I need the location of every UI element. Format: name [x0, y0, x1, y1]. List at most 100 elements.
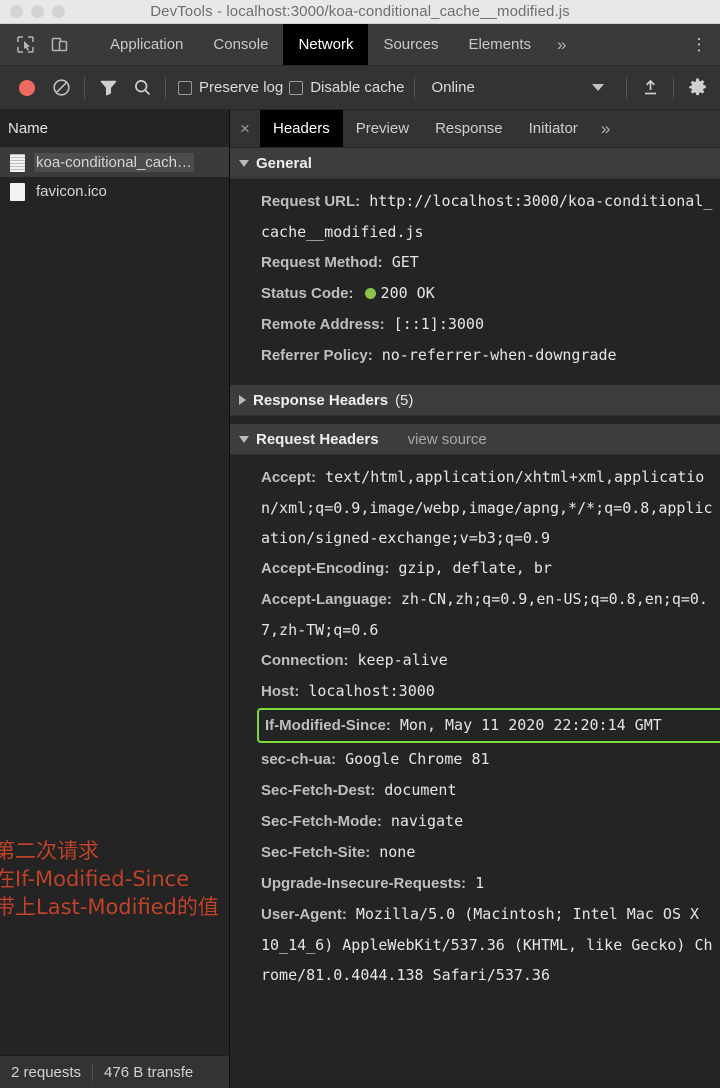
header-value: GET — [391, 253, 419, 271]
view-source-link[interactable]: view source — [408, 431, 487, 448]
toolbar-divider-1 — [84, 76, 85, 99]
header-row: Remote Address: [::1]:3000 — [230, 309, 720, 340]
header-value: document — [384, 781, 457, 799]
main-tab-strip: Application Console Network Sources Elem… — [0, 24, 720, 66]
devtools-body: Name koa-conditional_cach… favicon.ico 2… — [0, 110, 720, 1088]
header-value: gzip, deflate, br — [398, 559, 552, 577]
gear-icon[interactable] — [680, 71, 714, 105]
header-value: keep-alive — [357, 651, 448, 669]
status-requests-count: 2 requests — [11, 1063, 82, 1081]
header-name: Sec-Fetch-Dest: — [261, 782, 376, 799]
header-row: sec-ch-ua: Google Chrome 81 — [230, 744, 720, 775]
header-name: Status Code: — [261, 285, 354, 302]
header-row: Upgrade-Insecure-Requests: 1 — [230, 868, 720, 899]
status-transferred: 476 B transfe — [104, 1063, 194, 1081]
header-value: 1 — [475, 874, 485, 892]
tab-preview[interactable]: Preview — [343, 110, 422, 147]
header-row: Request URL: http://localhost:3000/koa-c… — [230, 186, 720, 247]
requests-column-header: Name — [0, 110, 229, 148]
toolbar-divider-5 — [673, 76, 674, 99]
file-icon — [10, 182, 25, 201]
inspect-element-icon[interactable] — [10, 30, 40, 60]
disable-cache-label: Disable cache — [310, 79, 405, 96]
section-header-general[interactable]: General — [230, 148, 720, 179]
header-name: Host: — [261, 683, 300, 700]
window-title: DevTools - localhost:3000/koa-conditiona… — [150, 3, 570, 20]
header-row: Request Method: GET — [230, 247, 720, 278]
header-row: User-Agent: Mozilla/5.0 (Macintosh; Inte… — [230, 899, 720, 990]
network-toolbar: Preserve log Disable cache Online — [0, 66, 720, 110]
section-title: General — [256, 154, 312, 172]
device-toolbar-icon[interactable] — [44, 30, 74, 60]
section-title: Response Headers — [253, 391, 389, 409]
header-row-if-modified-since: If-Modified-Since: Mon, May 11 2020 22:2… — [263, 710, 720, 741]
tabstrip-tool-icons — [0, 24, 95, 65]
minimize-window-button[interactable] — [31, 5, 44, 18]
toolbar-divider-2 — [165, 76, 166, 99]
more-tabs-icon[interactable]: » — [546, 24, 577, 65]
tab-network[interactable]: Network — [283, 24, 369, 65]
request-name: koa-conditional_cach… — [34, 153, 194, 172]
preserve-log-label: Preserve log — [199, 79, 284, 96]
filter-icon[interactable] — [91, 71, 125, 105]
header-value: [::1]:3000 — [393, 315, 484, 333]
header-name: User-Agent: — [261, 906, 347, 923]
devtools-menu-icon[interactable]: ⋮ — [684, 24, 714, 65]
close-icon[interactable]: × — [230, 110, 260, 147]
section-header-request-headers[interactable]: Request Headers view source — [230, 424, 720, 455]
request-row-selected[interactable]: koa-conditional_cach… — [0, 148, 229, 177]
header-row: Accept-Encoding: gzip, deflate, br — [230, 553, 720, 584]
status-ok-icon — [364, 288, 376, 299]
zoom-window-button[interactable] — [52, 5, 65, 18]
header-value: localhost:3000 — [308, 682, 435, 700]
section-header-response-headers[interactable]: Response Headers (5) — [230, 385, 720, 416]
general-rows: Request URL: http://localhost:3000/koa-c… — [230, 179, 720, 377]
header-row: Connection: keep-alive — [230, 645, 720, 676]
requests-list: koa-conditional_cach… favicon.ico — [0, 148, 229, 1055]
header-value: 200 OK — [380, 284, 435, 302]
tab-initiator[interactable]: Initiator — [516, 110, 591, 147]
tab-elements[interactable]: Elements — [453, 24, 546, 65]
header-row: Host: localhost:3000 — [230, 676, 720, 707]
request-row[interactable]: favicon.ico — [0, 177, 229, 206]
header-name: Accept: — [261, 469, 317, 486]
devtools-window: DevTools - localhost:3000/koa-conditiona… — [0, 0, 720, 1088]
tab-response[interactable]: Response — [422, 110, 516, 147]
disable-cache-checkbox[interactable]: Disable cache — [289, 79, 404, 96]
kebab-glyph: ⋮ — [690, 35, 708, 54]
toolbar-divider-3 — [414, 76, 416, 99]
search-icon[interactable] — [125, 71, 159, 105]
chevron-down-icon — [239, 435, 249, 443]
record-icon[interactable] — [10, 71, 44, 105]
section-title: Request Headers — [256, 430, 379, 448]
request-headers-rows: Accept: text/html,application/xhtml+xml,… — [230, 455, 720, 996]
more-details-tabs-icon[interactable]: » — [591, 110, 620, 147]
headers-content: General Request URL: http://localhost:30… — [230, 148, 720, 1088]
record-dot — [19, 79, 35, 96]
status-bar: 2 requests 476 B transfe — [0, 1055, 229, 1088]
chevron-down-icon[interactable] — [592, 84, 604, 91]
details-tab-strip: × Headers Preview Response Initiator » — [230, 110, 720, 148]
tab-sources[interactable]: Sources — [368, 24, 453, 65]
upload-icon[interactable] — [633, 71, 667, 105]
header-row-status: Status Code: 200 OK — [230, 278, 720, 309]
chevron-right-icon — [239, 395, 246, 405]
preserve-log-checkbox[interactable]: Preserve log — [178, 79, 283, 96]
header-row: Accept: text/html,application/xhtml+xml,… — [230, 462, 720, 553]
header-value: navigate — [390, 812, 464, 830]
header-value: no-referrer-when-downgrade — [381, 346, 617, 364]
header-name: If-Modified-Since: — [265, 717, 391, 734]
header-name: Connection: — [261, 652, 349, 669]
close-window-button[interactable] — [10, 5, 23, 18]
clear-icon[interactable] — [44, 71, 78, 105]
requests-pane: Name koa-conditional_cach… favicon.ico 2… — [0, 110, 230, 1088]
header-name: Sec-Fetch-Mode: — [261, 813, 382, 830]
tab-application[interactable]: Application — [95, 24, 198, 65]
details-pane: × Headers Preview Response Initiator » G… — [230, 110, 720, 1088]
toolbar-divider-4 — [626, 76, 627, 99]
throttling-select[interactable]: Online — [431, 79, 474, 96]
header-name: Accept-Language: — [261, 591, 392, 608]
tab-headers[interactable]: Headers — [260, 110, 343, 147]
tab-console[interactable]: Console — [198, 24, 283, 65]
header-value: Google Chrome 81 — [345, 750, 490, 768]
